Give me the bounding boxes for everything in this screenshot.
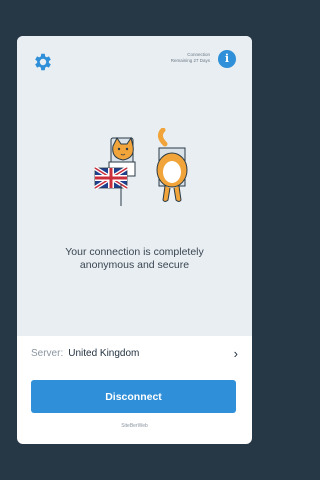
disconnect-button[interactable]: Disconnect — [31, 380, 236, 413]
footer-text: SiteBerWeb — [121, 423, 148, 429]
gear-icon[interactable] — [32, 51, 54, 73]
info-icon[interactable]: i — [218, 50, 236, 68]
subscription-status: Connection Remaining 27 Days — [171, 52, 210, 64]
main-card: Connection Remaining 27 Days i Your conn… — [17, 36, 252, 444]
uk-flag-icon — [93, 166, 129, 190]
status-line-2: Remaining 27 Days — [170, 58, 210, 63]
server-label: Server: — [31, 347, 64, 359]
server-value: United Kingdom — [68, 347, 140, 359]
cats-illustration — [93, 128, 188, 206]
connection-message: Your connection is completely anonymous … — [65, 246, 204, 271]
chevron-right-icon: › — [233, 345, 238, 361]
status-panel: Connection Remaining 27 Days i Your conn… — [17, 36, 252, 336]
server-selector[interactable]: Server: United Kingdom › — [17, 336, 252, 370]
